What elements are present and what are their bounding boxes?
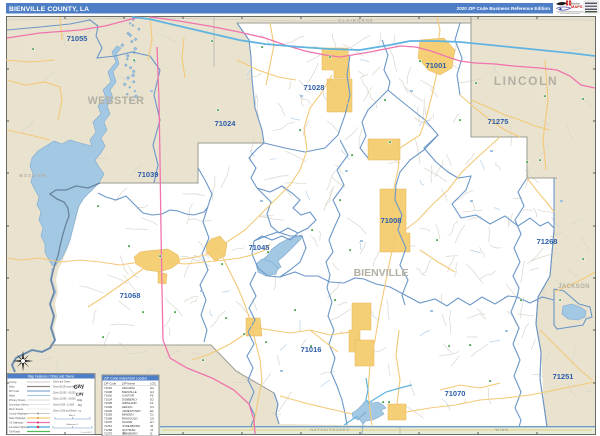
svg-text:BIENVILLE COUNTY, LA: BIENVILLE COUNTY, LA	[9, 6, 89, 13]
svg-text:Cities 12,000 - 25,000: Cities 12,000 - 25,000	[53, 398, 76, 401]
svg-text:71275: 71275	[488, 117, 509, 126]
svg-text:Secondary Streets: Secondary Streets	[9, 404, 29, 407]
svg-text:Miles 5: Miles 5	[69, 415, 76, 417]
svg-text:State: State	[9, 386, 15, 389]
svg-text:ZIP Code: ZIP Code	[9, 390, 20, 393]
svg-text:LINCOLN: LINCOLN	[494, 74, 559, 88]
svg-text:71055: 71055	[67, 34, 88, 43]
svg-text:Primary Streets: Primary Streets	[9, 399, 26, 402]
svg-text:BIENVILLE: BIENVILLE	[354, 267, 409, 279]
svg-text:City: City	[77, 398, 83, 402]
svg-text:71045: 71045	[249, 243, 270, 252]
svg-text:CLAIBORNE: CLAIBORNE	[338, 18, 374, 23]
svg-text:Cities 25,000 - 50,000: Cities 25,000 - 50,000	[53, 392, 76, 395]
svg-text:ZIP Code: ZIP Code	[104, 382, 117, 386]
svg-text:Map Features / Cities and Town: Map Features / Cities and Towns	[28, 375, 75, 379]
svg-text:71275: 71275	[104, 432, 112, 436]
svg-text:ZIP Code Index/Grid Locator: ZIP Code Index/Grid Locator	[104, 377, 148, 381]
svg-text:State Highways: State Highways	[9, 417, 26, 420]
svg-text:JACKSON: JACKSON	[558, 284, 589, 290]
svg-text:Cities 5,000 - 12,000: Cities 5,000 - 12,000	[53, 404, 75, 407]
svg-text:NATCHITOCHES: NATCHITOCHES	[310, 428, 349, 432]
svg-text:71028: 71028	[304, 83, 325, 92]
svg-text:71070: 71070	[445, 389, 466, 398]
svg-text:Water: Water	[9, 395, 15, 398]
svg-text:Cities 1,000 and Below: Cities 1,000 and Below	[53, 410, 77, 413]
svg-text:71068: 71068	[120, 291, 141, 300]
svg-text:WEBSTER: WEBSTER	[88, 95, 145, 107]
svg-text:71268: 71268	[537, 237, 558, 246]
svg-text:71251: 71251	[553, 372, 574, 381]
svg-text:ZIP Name: ZIP Name	[122, 382, 135, 386]
svg-text:71016: 71016	[301, 345, 322, 354]
svg-text:US Highways: US Highways	[9, 422, 24, 425]
svg-text:71001: 71001	[426, 61, 447, 70]
svg-text:71039: 71039	[138, 170, 159, 179]
svg-text:Toll Roads: Toll Roads	[9, 431, 21, 434]
svg-text:MAPS: MAPS	[571, 4, 583, 9]
svg-text:County: County	[9, 381, 17, 384]
svg-text:71008: 71008	[381, 216, 402, 225]
svg-text:County Highways: County Highways	[9, 413, 28, 416]
svg-text:Cities and Towns: Cities and Towns	[53, 381, 71, 384]
svg-text:© MarketMAPS: © MarketMAPS	[80, 431, 93, 434]
svg-text:City: City	[78, 410, 81, 413]
svg-text:Kilometers 8: Kilometers 8	[66, 423, 78, 426]
svg-text:WINN: WINN	[495, 428, 508, 432]
svg-text:Minor Streets: Minor Streets	[9, 408, 24, 411]
svg-text:BOSSIER: BOSSIER	[19, 173, 46, 178]
svg-text:2020 ZIP Code Business Referen: 2020 ZIP Code Business Reference Edition	[457, 6, 551, 11]
svg-text:LOC: LOC	[150, 382, 156, 386]
svg-text:71024: 71024	[215, 119, 237, 128]
svg-text:I2: I2	[150, 432, 153, 436]
